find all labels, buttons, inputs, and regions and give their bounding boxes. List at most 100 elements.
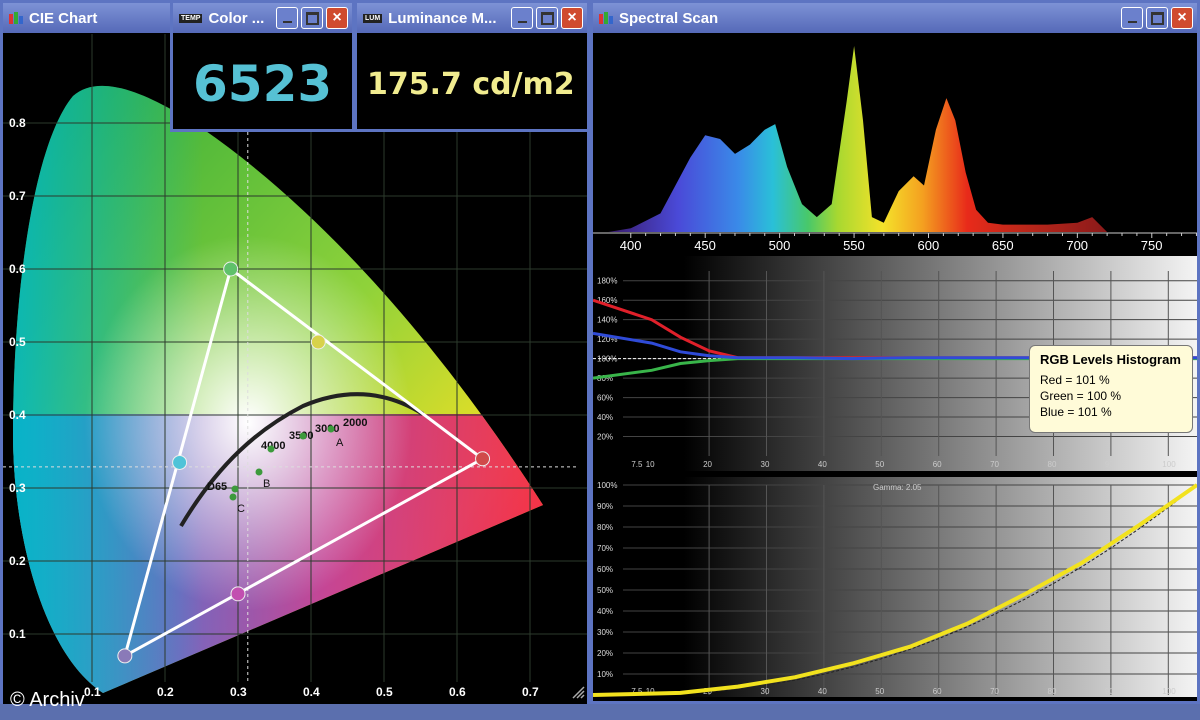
gamma-y-tick-label: 80%	[597, 523, 613, 532]
cct-marker	[267, 445, 275, 453]
gamma-y-tick-label: 100%	[597, 481, 617, 490]
levels-x-tick-label: 50	[875, 460, 884, 469]
spectrum-x-tick-label: 650	[992, 238, 1014, 253]
illuminant-label: C	[237, 503, 245, 515]
legend-title: RGB Levels Histogram	[1040, 352, 1181, 367]
gamma-y-tick-label: 20%	[597, 649, 613, 658]
levels-y-tick-label: 40%	[597, 413, 613, 422]
lum-icon: LUM	[363, 13, 383, 23]
gamma-y-tick-label: 30%	[597, 628, 613, 637]
close-button[interactable]: ×	[1171, 7, 1193, 29]
secondary-point	[172, 454, 188, 470]
close-button[interactable]: ×	[326, 7, 348, 29]
gamma-x-tick-label: 50	[875, 687, 884, 696]
spectral-scan-titlebar[interactable]: Spectral Scan ×	[593, 3, 1197, 33]
secondary-point	[230, 586, 246, 602]
cct-label: 2000	[343, 417, 367, 429]
gamma-chart: 100%90%80%70%60%50%40%30%20%10%7.5 10 20 30…	[593, 477, 1197, 697]
spectrum-x-tick-label: 700	[1066, 238, 1088, 253]
cie-y-tick-label: 0.7	[9, 189, 26, 203]
luminance-titlebar[interactable]: LUM Luminance M... ×	[357, 3, 587, 33]
cct-marker	[255, 468, 263, 476]
gamma-y-tick-label: 50%	[597, 586, 613, 595]
minimize-button[interactable]	[511, 7, 533, 29]
close-button[interactable]: ×	[561, 7, 583, 29]
color-temp-titlebar[interactable]: TEMP Color ... ×	[173, 3, 352, 33]
cie-y-tick-label: 0.3	[9, 481, 26, 495]
luminance-value: 175.7 cd/m2	[367, 67, 575, 102]
levels-y-tick-label: 140%	[597, 316, 617, 325]
levels-x-tick-label: 40	[818, 460, 827, 469]
cie-y-tick-label: 0.5	[9, 335, 26, 349]
levels-x-tick-label: 90	[1105, 460, 1114, 469]
spectrum-x-tick-label: 400	[620, 238, 642, 253]
spectral-scan-window: Spectral Scan × 400 450 500 550 600 650 700 750…	[590, 0, 1200, 704]
gamma-y-tick-label: 40%	[597, 607, 613, 616]
minimize-button[interactable]	[276, 7, 298, 29]
minimize-button[interactable]	[1121, 7, 1143, 29]
levels-x-tick-label: 60	[933, 460, 942, 469]
rgb-levels-legend: RGB Levels Histogram Red = 101 % Green =…	[1029, 345, 1193, 433]
gamma-title: Gamma: 2.05	[873, 483, 922, 492]
gamma-x-tick-label: 40	[818, 687, 827, 696]
illuminant-label: A	[336, 437, 344, 449]
levels-x-tick-label: 20	[703, 460, 712, 469]
maximize-button[interactable]	[1146, 7, 1168, 29]
cie-chart-plot: 0.1 0.2 0.3 0.4 0.5 0.6 0.7 0.1 0.2 0.3 0.4 0.5 0.6 0…	[3, 34, 587, 704]
cct-label: D65	[207, 481, 227, 493]
cie-y-tick-label: 0.2	[9, 554, 26, 568]
gamma-y-tick-label: 10%	[597, 670, 613, 679]
cie-chart-icon	[9, 12, 23, 24]
secondary-point	[310, 334, 326, 350]
cie-x-tick-label: 0.4	[303, 685, 320, 699]
color-temp-window: TEMP Color ... × 6523	[170, 0, 355, 132]
illuminant-label: B	[263, 478, 270, 490]
temp-icon: TEMP	[179, 13, 203, 23]
gamma-x-tick-label: 30	[761, 687, 770, 696]
primary-point	[117, 648, 133, 664]
luminance-buttons: ×	[511, 7, 583, 29]
gamma-x-tick-label: 90	[1105, 687, 1114, 696]
spectral-scan-title: Spectral Scan	[619, 9, 719, 27]
cie-x-tick-label: 0.2	[157, 685, 174, 699]
maximize-button[interactable]	[301, 7, 323, 29]
resize-grip-icon[interactable]	[571, 685, 585, 699]
legend-blue: Blue = 101 %	[1040, 405, 1112, 419]
color-temp-value: 6523	[193, 55, 333, 113]
color-temp-title: Color ...	[208, 9, 265, 27]
levels-x-tick-label: 70	[990, 460, 999, 469]
gamma-x-tick-label: 100	[1162, 687, 1176, 696]
levels-y-tick-label: 100%	[597, 355, 617, 364]
levels-x-tick-label: 10	[646, 460, 655, 469]
cct-label: 3000	[315, 423, 339, 435]
levels-y-tick-label: 20%	[597, 433, 613, 442]
cct-marker	[299, 432, 307, 440]
cie-x-tick-label: 0.1	[84, 685, 101, 699]
legend-green: Green = 100 %	[1040, 389, 1122, 403]
spectrum-chart: 400 450 500 550 600 650 700 750	[593, 34, 1197, 254]
gamma-y-tick-label: 60%	[597, 565, 613, 574]
cie-x-tick-label: 0.6	[449, 685, 466, 699]
cie-x-tick-label: 0.5	[376, 685, 393, 699]
spectral-icon	[599, 12, 613, 24]
gamma-x-tick-label: 80	[1048, 687, 1057, 696]
maximize-button[interactable]	[536, 7, 558, 29]
luminance-title: Luminance M...	[388, 9, 497, 27]
spectrum-x-tick-label: 500	[769, 238, 791, 253]
cie-chart-title: CIE Chart	[29, 9, 98, 27]
luminance-window: LUM Luminance M... × 175.7 cd/m2	[354, 0, 590, 132]
cct-marker	[229, 493, 237, 501]
cie-x-tick-label: 0.7	[522, 685, 539, 699]
cie-x-tick-label: 0.3	[230, 685, 247, 699]
levels-x-tick-label: 80	[1048, 460, 1057, 469]
spectrum-x-tick-label: 750	[1141, 238, 1163, 253]
cie-y-tick-label: 0.6	[9, 262, 26, 276]
cie-y-tick-label: 0.1	[9, 627, 26, 641]
color-temp-buttons: ×	[276, 7, 348, 29]
levels-x-tick-label: 30	[761, 460, 770, 469]
levels-x-tick-label: 100	[1162, 460, 1176, 469]
spectrum-x-tick-label: 450	[694, 238, 716, 253]
spectrum-x-tick-label: 550	[843, 238, 865, 253]
levels-y-tick-label: 180%	[597, 277, 617, 286]
spectrum-x-tick-label: 600	[917, 238, 939, 253]
